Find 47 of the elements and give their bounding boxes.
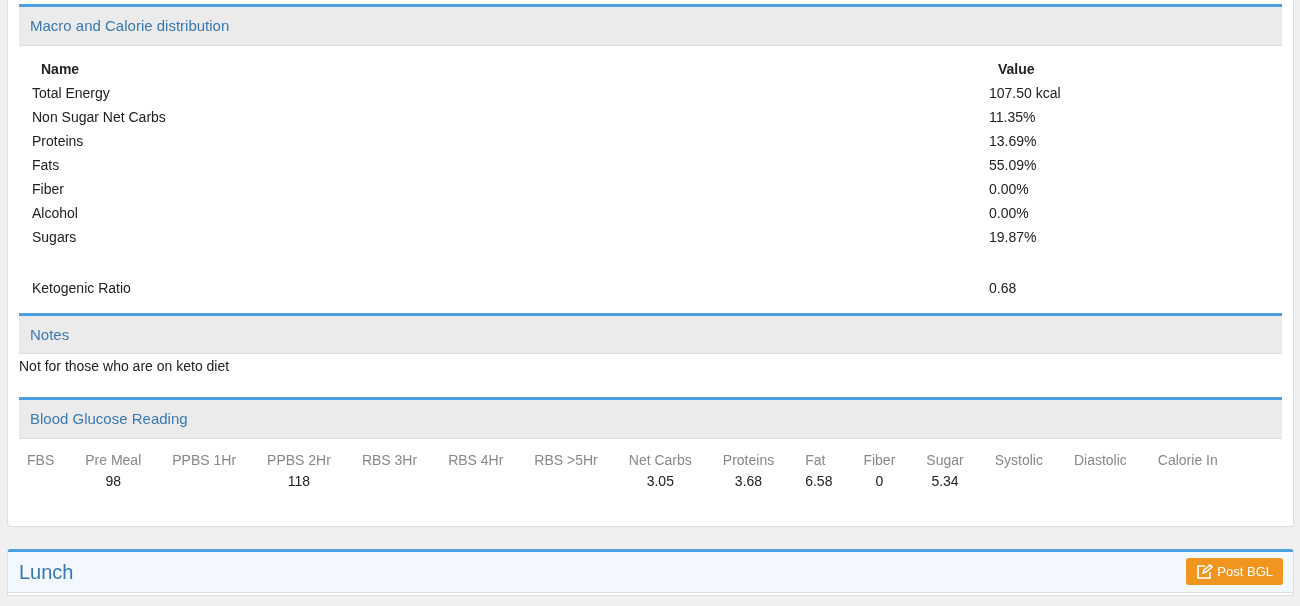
section-title: Blood Glucose Reading — [19, 397, 1282, 439]
section-title: Notes — [19, 312, 1282, 354]
table-cell-text: 107.50 kcal — [988, 84, 1062, 103]
table-cell-text: Non Sugar Net Carbs — [31, 108, 167, 127]
edit-icon — [1196, 564, 1214, 579]
table-cell: 5.34 — [931, 472, 959, 489]
table-cell-text: 0.68 — [988, 279, 1018, 298]
post-bgl-button[interactable]: Post BGL — [1186, 557, 1283, 586]
table-cell-text: Ketogenic Ratio — [31, 279, 132, 298]
section-title: Macro and Calorie distribution — [19, 4, 1282, 46]
table-cell-text: Total Energy — [31, 84, 111, 103]
column-header: Fiber — [862, 450, 897, 470]
column-header: RBS 3Hr — [360, 450, 419, 470]
table-cell-text: 0.00% — [988, 180, 1030, 199]
column-header: Diastolic — [1072, 450, 1128, 470]
column-header: Net Carbs — [627, 450, 693, 470]
table-cell: 118 — [287, 472, 311, 489]
column-header: FBS — [26, 450, 56, 470]
table-cell-text: 19.87% — [988, 228, 1038, 247]
column-header: PPBS 1Hr — [171, 450, 238, 470]
table-cell-text: 13.69% — [988, 132, 1038, 151]
notes-text: Not for those who are on keto diet — [19, 357, 231, 376]
table-cell: 0 — [875, 472, 884, 489]
table-cell: 98 — [105, 472, 122, 489]
column-header: Name — [40, 60, 81, 79]
column-header: Sugar — [925, 450, 965, 470]
column-header: Fat — [804, 450, 827, 470]
column-header: RBS >5Hr — [533, 450, 599, 470]
table-cell-text: 11.35% — [988, 108, 1037, 127]
table-cell-text: Alcohol — [31, 204, 79, 223]
table-cell-text: 55.09% — [988, 156, 1038, 175]
table-cell: 3.68 — [734, 472, 763, 489]
table-cell-text: Proteins — [31, 132, 85, 151]
meal-title: Lunch — [19, 559, 74, 585]
column-header: Systolic — [993, 450, 1044, 470]
table-cell: 3.05 — [646, 472, 674, 489]
table-cell: 6.58 — [805, 472, 833, 489]
column-header: Proteins — [721, 450, 776, 470]
table-cell-text: Sugars — [31, 228, 78, 247]
table-cell-text: 0.00% — [988, 204, 1030, 223]
column-header: PPBS 2Hr — [266, 450, 332, 470]
column-header: RBS 4Hr — [447, 450, 505, 470]
table-cell-text: Fiber — [31, 180, 65, 199]
column-header: Value — [997, 60, 1036, 79]
table-cell-text: Fats — [31, 156, 61, 175]
column-header: Calorie In — [1156, 450, 1219, 470]
column-header: Pre Meal — [84, 450, 143, 470]
